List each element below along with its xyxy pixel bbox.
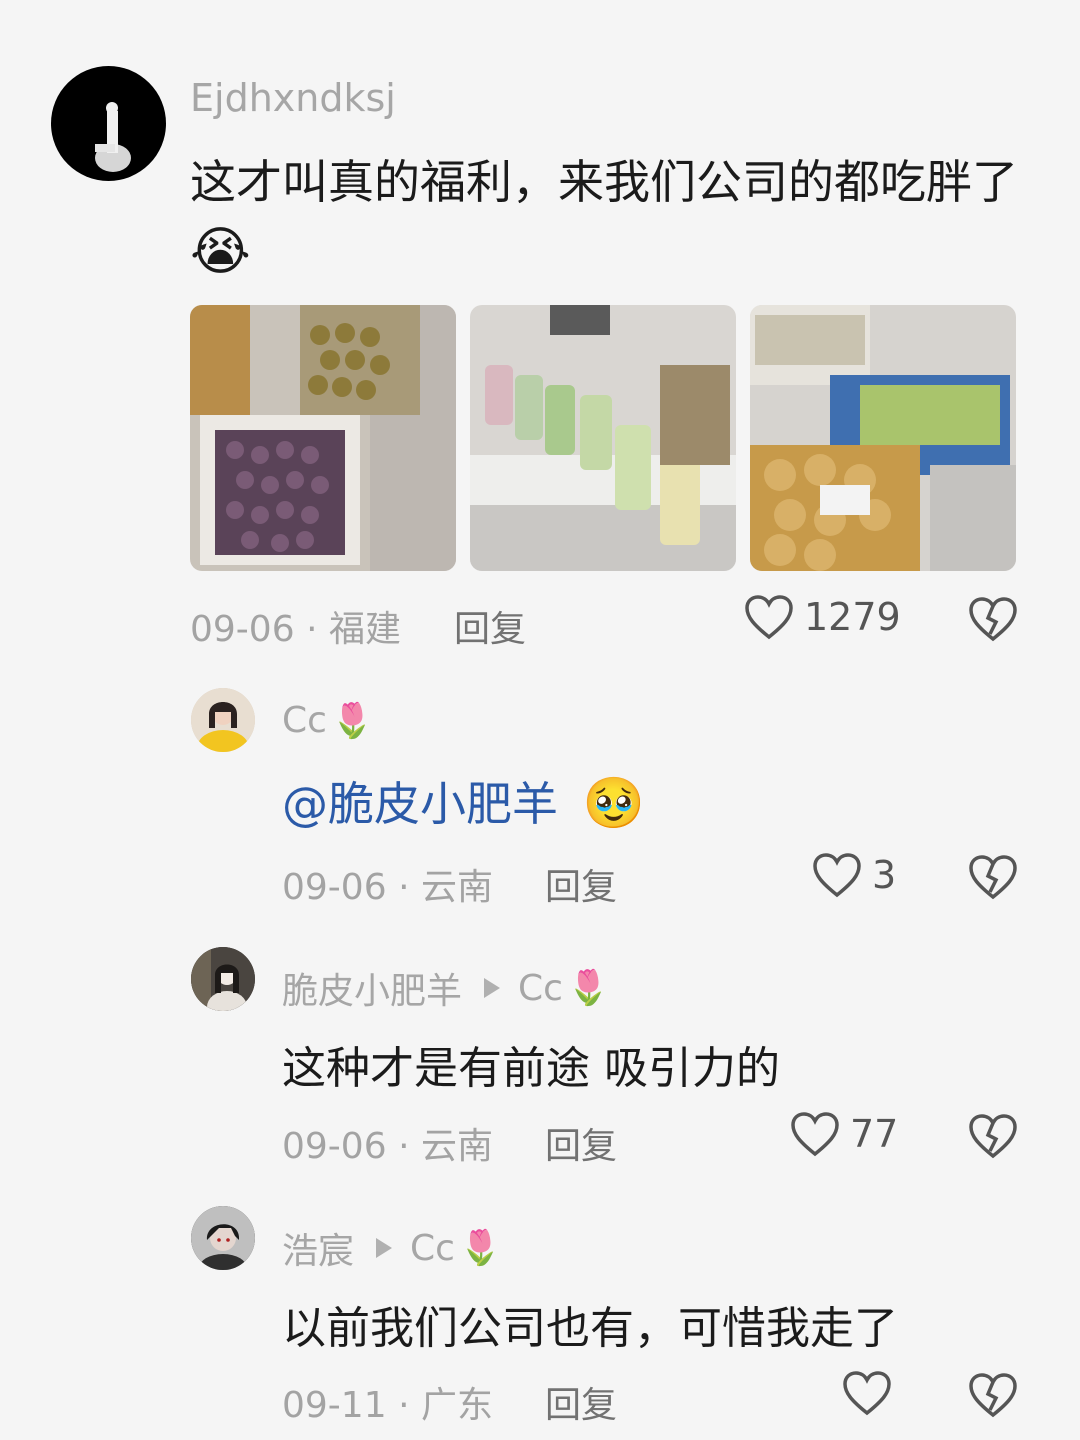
avatar[interactable] bbox=[191, 688, 255, 752]
snacks-image bbox=[750, 305, 1016, 571]
reply-button[interactable]: 回复 bbox=[545, 1376, 617, 1428]
heart-icon bbox=[791, 1112, 839, 1157]
user-avatar-icon bbox=[191, 1206, 255, 1270]
comment-meta: 09-06 · 云南 bbox=[282, 1117, 493, 1169]
dislike-button[interactable] bbox=[968, 596, 1018, 646]
reply-to-username[interactable]: Cc bbox=[518, 968, 563, 1009]
tulip-icon: 🌷 bbox=[458, 1228, 502, 1268]
like-button[interactable]: 3 bbox=[812, 852, 896, 898]
avatar[interactable] bbox=[51, 66, 166, 181]
like-button[interactable]: 77 bbox=[790, 1111, 898, 1157]
heart-icon bbox=[843, 1371, 891, 1416]
date: 09-06 bbox=[282, 1126, 387, 1167]
location: 云南 bbox=[420, 1126, 493, 1167]
like-count: 77 bbox=[850, 1112, 899, 1156]
username[interactable]: 浩宸 Cc 🌷 bbox=[282, 1222, 501, 1274]
statue-avatar-icon bbox=[95, 102, 131, 172]
tulip-icon: 🌷 bbox=[330, 700, 374, 741]
date: 09-06 bbox=[190, 609, 295, 650]
reply-button[interactable]: 回复 bbox=[454, 600, 526, 652]
username[interactable]: Ejdhxndksj bbox=[190, 76, 396, 120]
comment-text: 以前我们公司也有，可惜我走了 bbox=[282, 1303, 898, 1354]
comment-text: 这种才是有前途 吸引力的 bbox=[282, 1043, 780, 1094]
location: 广东 bbox=[420, 1385, 493, 1426]
location: 福建 bbox=[328, 609, 401, 650]
user-avatar-icon bbox=[191, 947, 255, 1011]
separator: · bbox=[398, 1385, 410, 1426]
broken-heart-icon bbox=[969, 1114, 1017, 1159]
emoji: 🥹 bbox=[582, 774, 645, 832]
reply-to-username[interactable]: Cc bbox=[410, 1228, 455, 1269]
broken-heart-icon bbox=[969, 1373, 1017, 1418]
comment-text: @脆皮小肥羊 🥹 bbox=[282, 768, 645, 834]
photo-fruit[interactable] bbox=[190, 305, 456, 571]
like-button[interactable] bbox=[842, 1370, 892, 1416]
reply-arrow-icon bbox=[376, 1238, 393, 1258]
photo-gallery bbox=[190, 305, 1016, 571]
like-count: 3 bbox=[872, 853, 897, 897]
location: 云南 bbox=[420, 867, 493, 908]
comment-meta: 09-11 · 广东 bbox=[282, 1376, 493, 1428]
fruit-image bbox=[190, 305, 456, 571]
dislike-button[interactable] bbox=[968, 1113, 1018, 1163]
separator: · bbox=[398, 867, 410, 908]
username-text: Cc bbox=[282, 700, 327, 741]
photo-snacks[interactable] bbox=[750, 305, 1016, 571]
comment-meta: 09-06 · 云南 bbox=[282, 858, 493, 910]
username-text: 浩宸 bbox=[282, 1231, 355, 1272]
broken-heart-icon bbox=[969, 597, 1017, 642]
mention-link[interactable]: @脆皮小肥羊 bbox=[282, 777, 558, 831]
heart-icon bbox=[745, 595, 793, 640]
separator: · bbox=[306, 609, 318, 650]
drinks-image bbox=[470, 305, 736, 571]
username[interactable]: 脆皮小肥羊 Cc 🌷 bbox=[282, 962, 609, 1014]
reply-button[interactable]: 回复 bbox=[545, 858, 617, 910]
reply-button[interactable]: 回复 bbox=[545, 1117, 617, 1169]
dislike-button[interactable] bbox=[968, 1372, 1018, 1422]
heart-icon bbox=[813, 853, 861, 898]
tulip-icon: 🌷 bbox=[566, 968, 610, 1008]
date: 09-11 bbox=[282, 1385, 387, 1426]
username[interactable]: Cc 🌷 bbox=[282, 700, 373, 741]
broken-heart-icon bbox=[969, 855, 1017, 900]
emoji: 😭 bbox=[190, 222, 251, 282]
dislike-button[interactable] bbox=[968, 854, 1018, 904]
photo-drinks[interactable] bbox=[470, 305, 736, 571]
comment-text: 这才叫真的福利，来我们公司的都吃胖了 bbox=[190, 155, 1018, 209]
user-avatar-icon bbox=[191, 688, 255, 752]
separator: · bbox=[398, 1126, 410, 1167]
comment-meta: 09-06 · 福建 bbox=[190, 600, 401, 652]
like-button[interactable]: 1279 bbox=[744, 594, 901, 640]
avatar[interactable] bbox=[191, 1206, 255, 1270]
username-text: 脆皮小肥羊 bbox=[282, 971, 463, 1012]
like-count: 1279 bbox=[804, 595, 901, 639]
date: 09-06 bbox=[282, 867, 387, 908]
avatar[interactable] bbox=[191, 947, 255, 1011]
reply-arrow-icon bbox=[484, 978, 501, 998]
